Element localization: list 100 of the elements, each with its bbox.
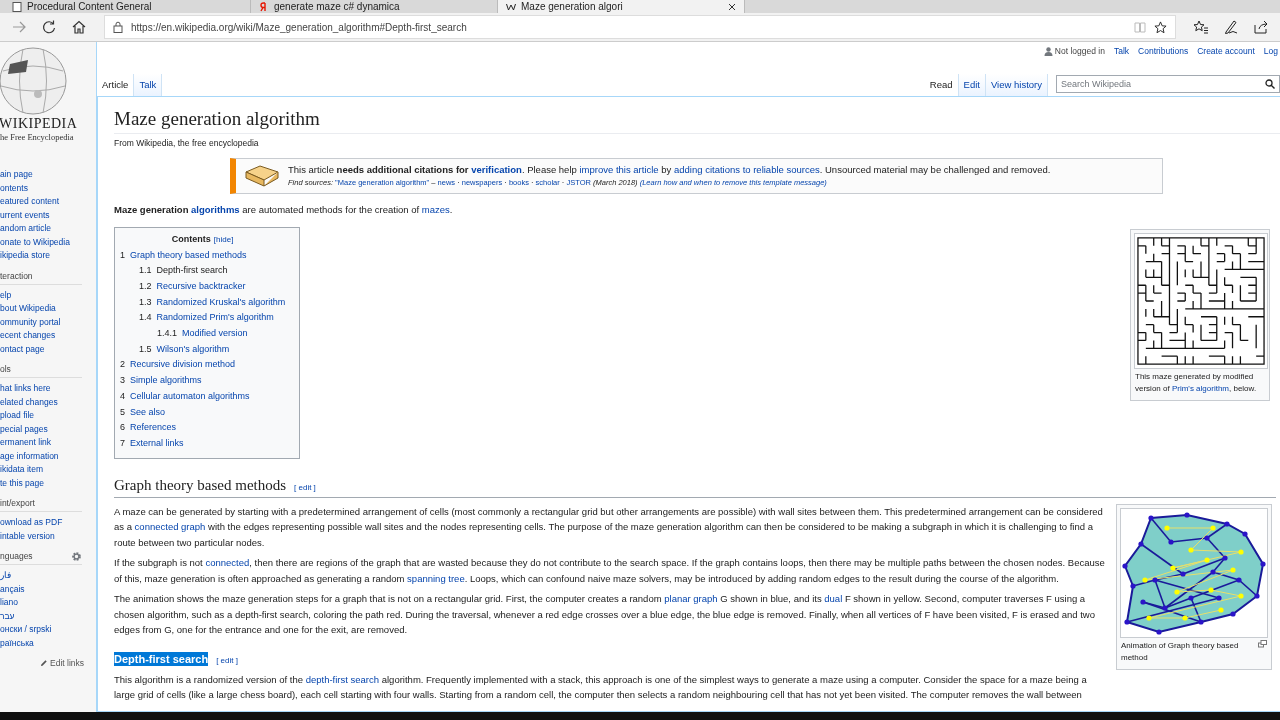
edit-links-link[interactable]: Edit links — [50, 658, 84, 668]
sidebar-link[interactable]: ecent changes — [0, 329, 96, 343]
sidebar-link[interactable]: bout Wikipedia — [0, 302, 96, 316]
toc-link[interactable]: 1 Graph theory based methods — [120, 247, 286, 264]
close-icon[interactable] — [728, 2, 736, 11]
link[interactable]: connected graph — [134, 521, 206, 533]
sidebar-link[interactable]: elp — [0, 288, 96, 302]
sidebar-link[interactable]: te this page — [0, 476, 96, 490]
sidebar-heading: nguages — [0, 551, 33, 562]
sidebar-link[interactable]: ontact page — [0, 342, 96, 356]
sidebar-link[interactable]: elated changes — [0, 395, 96, 409]
url-text: https://en.wikipedia.org/wiki/Maze_generation_algorithm#Depth-first_search — [131, 21, 467, 33]
toc-link[interactable]: 6 References — [120, 420, 286, 436]
toc-link[interactable]: 1.3 Randomized Kruskal's algorithm — [120, 294, 286, 311]
puzzle-globe-logo[interactable] — [0, 46, 68, 116]
share-icon[interactable] — [1253, 19, 1269, 35]
sidebar-link[interactable]: andom article — [0, 222, 96, 236]
toc-link[interactable]: 1.2 Recursive backtracker — [120, 278, 286, 295]
page-subtitle: From Wikipedia, the free encyclopedia — [114, 138, 260, 148]
sidebar-heading: int/export — [0, 498, 35, 509]
sidebar-heading: teraction — [0, 270, 33, 282]
sidebar-link[interactable]: онски / srpski — [0, 623, 96, 637]
link[interactable]: improve this article — [579, 164, 659, 175]
sidebar-link[interactable]: hat links here — [0, 382, 96, 396]
refresh-icon[interactable] — [41, 19, 57, 35]
sidebar-link[interactable]: liano — [0, 596, 96, 610]
sidebar-link[interactable]: onate to Wikipedia — [0, 235, 96, 249]
pen-icon[interactable] — [1223, 19, 1239, 35]
paragraph: The animation shows the maze generation steps for a graph that is not on a rectangular grid. First, the computer creates a random planar graph G shown in blue, and its dual F shown in yellow. Second, computer traverses F using a chosen algorithm, such as a depth-first search, coloring the path red. During the traversal, whenever a red edge crosses over a blue edge, the blue edge is removed. Finally, when all vertices of F have been visited, F is erased and two edges from G, one for the entrance and one for the exit, are removed. — [114, 592, 1096, 638]
toc-link[interactable]: 1.4.1 Modified version — [120, 326, 286, 342]
page-tab[interactable]: Talk — [134, 74, 163, 96]
enlarge-icon[interactable] — [1258, 639, 1267, 648]
home-icon[interactable] — [71, 19, 87, 35]
link[interactable]: depth-first search — [305, 673, 380, 685]
user-icon — [1043, 46, 1053, 56]
paragraph: Maze generation algorithms are automated methods for the creation of mazes. — [114, 203, 454, 217]
link[interactable]: mazes — [421, 204, 450, 215]
toc-link[interactable]: 7 External links — [120, 435, 286, 452]
search-field[interactable]: Search Wikipedia — [1056, 75, 1280, 93]
favorites-icon[interactable] — [1193, 19, 1209, 35]
lock-icon — [113, 21, 123, 33]
login-status: Not logged in — [1054, 46, 1105, 56]
link[interactable]: dual — [824, 593, 843, 605]
personal-link[interactable]: Talk — [1113, 46, 1130, 56]
link[interactable]: planar graph — [664, 593, 718, 605]
sidebar-link[interactable]: ermanent link — [0, 436, 96, 450]
link[interactable]: Prim's algorithm — [1171, 383, 1229, 393]
sidebar-link[interactable]: eatured content — [0, 195, 96, 209]
paragraph: A maze can be generated by starting with a predetermined arrangement of cells (most commonly a rectangular grid but other arrangements are possible) with wall sites between them. This predetermined arrangement can be considered as a connected graph with the edges representing possible wall sites and the nodes representing cells. The purpose of the maze generation algorithm can then be considered to be making a subgraph in which it is challenging to find a route between two particular nodes. — [114, 504, 1104, 550]
contents-title: Contents — [171, 233, 211, 244]
toc-link[interactable]: 4 Cellular automaton algorithms — [120, 388, 286, 405]
toc-link[interactable]: 1.4 Randomized Prim's algorithm — [120, 310, 286, 326]
toc-link[interactable]: 5 See also — [120, 404, 286, 421]
link[interactable]: adding citations to reliable sources — [673, 164, 820, 175]
sidebar-link[interactable]: ikipedia store — [0, 249, 96, 263]
personal-link[interactable]: Create account — [1197, 46, 1255, 56]
notice-text: This article needs additional citations for verification. Please help improve this article by adding citations to reliable sources. Unsourced material may be challenged and removed. — [288, 163, 1051, 177]
address-bar[interactable]: https://en.wikipedia.org/wiki/Maze_generation_algorithm#Depth-first_search — [104, 15, 1176, 39]
toc-link[interactable]: 1.1 Depth-first search — [120, 263, 286, 279]
image-caption: Animation of Graph theory based method — [1121, 639, 1240, 664]
link[interactable]: spanning tree — [407, 572, 465, 584]
personal-link[interactable]: Log — [1263, 46, 1278, 56]
settings-icon[interactable] — [71, 551, 82, 562]
sidebar-link[interactable]: urrent events — [0, 208, 96, 222]
section-heading: Graph theory based methods — [114, 475, 287, 495]
sidebar-link[interactable]: فار — [0, 569, 96, 583]
browser-tab[interactable]: Maze generation algori — [498, 0, 745, 13]
forward-arrow-icon[interactable] — [11, 19, 27, 35]
toc-link[interactable]: 1.5 Wilson's algorithm — [120, 341, 286, 358]
hide-link[interactable]: [hide] — [213, 234, 234, 244]
logo-icon — [259, 1, 269, 12]
sidebar-link[interactable]: עבר — [0, 609, 96, 623]
toc-link[interactable]: 3 Simple algorithms — [120, 373, 286, 389]
sidebar-link[interactable]: age information — [0, 449, 96, 463]
sidebar-heading: ols — [0, 364, 11, 375]
sidebar-link[interactable]: pload file — [0, 409, 96, 423]
link[interactable]: algorithms — [191, 204, 240, 215]
view-tab[interactable]: Edit — [958, 74, 986, 96]
edit-link[interactable]: [ edit ] — [294, 482, 316, 492]
sidebar-link[interactable]: раїнська — [0, 636, 96, 650]
sidebar-link[interactable]: intable version — [0, 529, 96, 543]
pencil-icon — [40, 659, 48, 667]
edit-link[interactable]: [ edit ] — [216, 655, 238, 665]
link[interactable]: verification — [471, 164, 522, 175]
sidebar-link[interactable]: ain page — [0, 168, 96, 182]
sidebar-link[interactable]: ommunity portal — [0, 315, 96, 329]
view-tab[interactable]: View history — [985, 74, 1048, 96]
sidebar-link[interactable]: pecial pages — [0, 422, 96, 436]
sidebar-link[interactable]: ownload as PDF — [0, 516, 96, 530]
toc-link[interactable]: 2 Recursive division method — [120, 357, 286, 374]
sidebar-link[interactable]: ontents — [0, 181, 96, 195]
personal-link[interactable]: Contributions — [1138, 46, 1189, 56]
tagline: he Free Encyclopedia — [0, 132, 74, 143]
sidebar-link[interactable]: ançais — [0, 582, 96, 596]
wikipedia-logo-icon — [506, 1, 516, 12]
paragraph: This algorithm is a randomized version of the depth-first search algorithm. Frequently implemented with a stack, this approach is one of the simplest ways to generate a maze using a computer. Consider the space for a maze being a large grid of cells (like a large chess board), each cell starting with four walls. Starting from a random cell, the computer then selects a random neighbouring cell that has not yet been visited. The computer removes the wall between — [114, 672, 1088, 703]
star-icon[interactable] — [1154, 20, 1167, 34]
paragraph: If the subgraph is not connected, then there are regions of the graph that are wasted because they do not contribute to the search space. If the graph contains loops, then there may be multiple paths between the chosen nodes. Because of this, maze generation is often approached as generating a random spanning tree. Loops, which can confound naive maze solvers, may be introduced by adding random edges to the result during the course of the algorithm. — [114, 556, 1106, 586]
sidebar-link[interactable]: ikidata item — [0, 463, 96, 477]
search-icon[interactable] — [1265, 79, 1275, 89]
